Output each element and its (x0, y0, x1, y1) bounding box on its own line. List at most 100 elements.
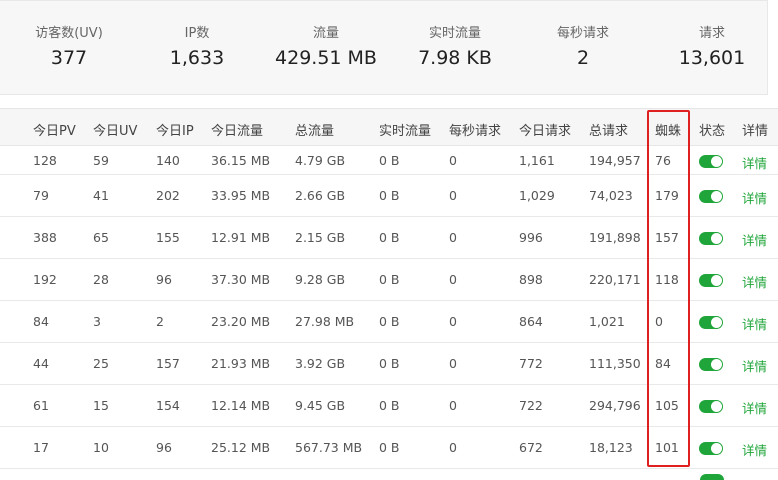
cell-today-ip: 140 (156, 153, 180, 168)
cell-today-pv: 388 (33, 230, 57, 245)
cell-today-ip: 154 (156, 398, 180, 413)
cell-today-traffic: 25.12 MB (211, 440, 271, 455)
table-row: 79 41 202 33.95 MB 2.66 GB 0 B 0 1,029 74,023 179… (0, 175, 778, 217)
cell-realtime-traffic: 0 B (379, 272, 400, 287)
status-toggle[interactable] (699, 358, 723, 371)
detail-link[interactable]: 详情 (742, 188, 767, 207)
detail-link[interactable]: 详情 (742, 272, 767, 291)
table-row: 61 15 154 12.14 MB 9.45 GB 0 B 0 722 294,796 105 详… (0, 385, 778, 427)
cell-today-ip: 96 (156, 440, 172, 455)
cell-qps: 0 (449, 356, 457, 371)
col-today-ip[interactable]: 今日IP (156, 120, 194, 139)
cell-today-requests: 864 (519, 314, 543, 329)
cell-spider: 76 (655, 153, 671, 168)
cell-qps: 0 (449, 272, 457, 287)
cell-today-traffic: 36.15 MB (211, 153, 271, 168)
cell-today-traffic: 12.91 MB (211, 230, 271, 245)
col-realtime-traffic[interactable]: 实时流量 (379, 120, 431, 139)
cell-spider: 84 (655, 356, 671, 371)
stats-panel: 访客数(UV) 377 IP数 1,633 流量 429.51 MB 实时流量 … (0, 0, 768, 95)
cell-spider: 0 (655, 314, 663, 329)
cell-today-pv: 192 (33, 272, 57, 287)
col-today-uv[interactable]: 今日UV (93, 120, 137, 139)
table-row: 17 10 96 25.12 MB 567.73 MB 0 B 0 672 18,123 101 详… (0, 427, 778, 469)
detail-link[interactable]: 详情 (742, 398, 767, 417)
col-qps[interactable]: 每秒请求 (449, 120, 501, 139)
cell-realtime-traffic: 0 B (379, 356, 400, 371)
col-status: 状态 (699, 124, 726, 139)
cell-total-traffic: 567.73 MB (295, 440, 363, 455)
stat-value: 2 (576, 47, 590, 69)
col-total-requests[interactable]: 总请求 (589, 120, 628, 139)
col-today-pv[interactable]: 今日PV (33, 120, 76, 139)
cell-total-requests: 194,957 (589, 153, 641, 168)
table-row: 84 3 2 23.20 MB 27.98 MB 0 B 0 864 1,021 0 详情 (0, 301, 778, 343)
cell-today-traffic: 23.20 MB (211, 314, 271, 329)
col-detail: 详情 (742, 124, 769, 139)
col-spider[interactable]: 蜘蛛 (655, 120, 681, 139)
cell-today-requests: 722 (519, 398, 543, 413)
cell-today-uv: 15 (93, 398, 109, 413)
detail-link[interactable]: 详情 (742, 356, 767, 375)
stat-label: 实时流量 (428, 26, 481, 41)
detail-link[interactable]: 详情 (742, 314, 767, 333)
status-toggle[interactable] (699, 442, 723, 455)
cell-today-traffic: 21.93 MB (211, 356, 271, 371)
cell-today-requests: 1,029 (519, 188, 555, 203)
toggle-knob (711, 443, 722, 454)
cell-total-traffic: 2.15 GB (295, 230, 346, 245)
cell-realtime-traffic: 0 B (379, 153, 400, 168)
cell-today-ip: 155 (156, 230, 180, 245)
toggle-knob (711, 191, 722, 202)
cell-realtime-traffic: 0 B (379, 188, 400, 203)
stat-value: 13,601 (678, 47, 746, 69)
cell-qps: 0 (449, 188, 457, 203)
toggle-switch-partial[interactable] (700, 474, 724, 480)
status-toggle[interactable] (699, 316, 723, 329)
cell-spider: 118 (655, 272, 679, 287)
col-today-requests[interactable]: 今日请求 (519, 120, 571, 139)
toggle-knob (711, 401, 722, 412)
cell-total-traffic: 4.79 GB (295, 153, 346, 168)
cell-today-pv: 79 (33, 188, 49, 203)
cell-realtime-traffic: 0 B (379, 440, 400, 455)
toggle-knob (711, 275, 722, 286)
cell-today-uv: 41 (93, 188, 109, 203)
toggle-knob (711, 359, 722, 370)
toggle-knob (711, 233, 722, 244)
col-today-traffic[interactable]: 今日流量 (211, 120, 263, 139)
cell-total-traffic: 3.92 GB (295, 356, 346, 371)
detail-link[interactable]: 详情 (742, 153, 767, 172)
cell-qps: 0 (449, 230, 457, 245)
cell-total-requests: 191,898 (589, 230, 641, 245)
status-toggle[interactable] (699, 400, 723, 413)
cell-total-requests: 18,123 (589, 440, 633, 455)
toggle-knob (711, 317, 722, 328)
cell-today-traffic: 12.14 MB (211, 398, 271, 413)
cell-qps: 0 (449, 398, 457, 413)
status-toggle[interactable] (699, 190, 723, 203)
detail-link[interactable]: 详情 (742, 440, 767, 459)
cell-spider: 179 (655, 188, 679, 203)
toggle-knob (711, 156, 722, 167)
table-row: 192 28 96 37.30 MB 9.28 GB 0 B 0 898 220,171 118 详… (0, 259, 778, 301)
table-row: 44 25 157 21.93 MB 3.92 GB 0 B 0 772 111,350 84 详情 (0, 343, 778, 385)
status-toggle[interactable] (699, 232, 723, 245)
cell-spider: 105 (655, 398, 679, 413)
cell-qps: 0 (449, 440, 457, 455)
detail-link[interactable]: 详情 (742, 230, 767, 249)
col-total-traffic[interactable]: 总流量 (295, 120, 334, 139)
cell-spider: 101 (655, 440, 679, 455)
cell-total-requests: 74,023 (589, 188, 633, 203)
status-toggle[interactable] (699, 155, 723, 168)
cell-realtime-traffic: 0 B (379, 314, 400, 329)
cell-today-traffic: 37.30 MB (211, 272, 271, 287)
cell-today-pv: 128 (33, 153, 57, 168)
status-toggle[interactable] (699, 274, 723, 287)
cell-today-requests: 772 (519, 356, 543, 371)
stat-label: 访客数(UV) (35, 26, 103, 41)
table-row: 128 59 140 36.15 MB 4.79 GB 0 B 0 1,161 194,957 7… (0, 146, 778, 175)
cell-today-pv: 17 (33, 440, 49, 455)
cell-today-uv: 3 (93, 314, 101, 329)
table-row: 388 65 155 12.91 MB 2.15 GB 0 B 0 996 191,898 157… (0, 217, 778, 259)
